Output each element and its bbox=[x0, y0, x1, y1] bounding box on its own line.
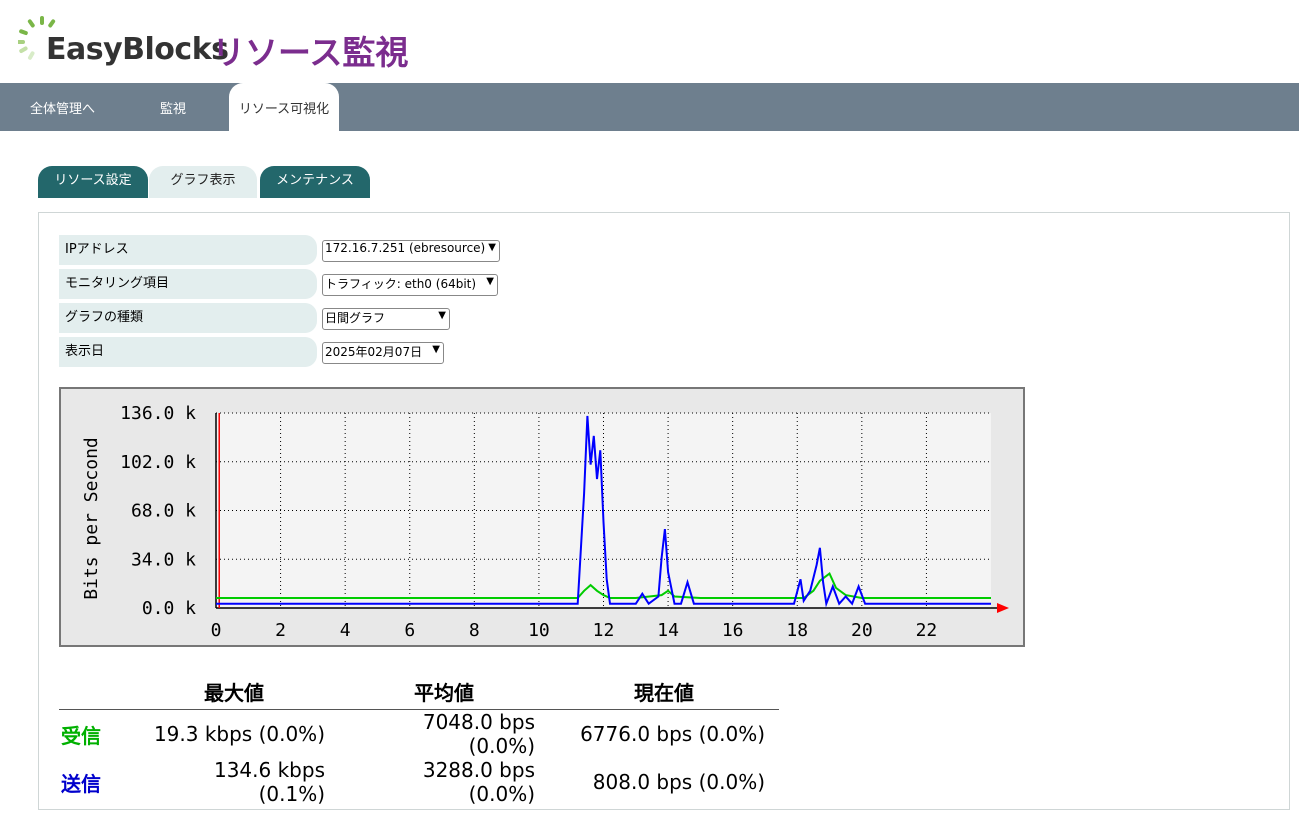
logo-text: EasyBlocks bbox=[46, 32, 229, 67]
x-axis-arrow bbox=[997, 603, 1009, 613]
top-navigation: 全体管理へ 監視 リソース可視化 bbox=[0, 83, 1299, 131]
tab-graph-display[interactable]: グラフ表示 bbox=[149, 166, 257, 198]
stats-header-current: 現在値 bbox=[549, 673, 779, 710]
monitoring-item-value: トラフィック: eth0 (64bit) bbox=[325, 277, 477, 291]
chevron-down-icon: ▼ bbox=[488, 242, 496, 253]
received-avg: 7048.0 bps (0.0%) bbox=[422, 710, 535, 758]
row-label-sent: 送信 bbox=[61, 771, 101, 796]
graph-type-value: 日間グラフ bbox=[325, 311, 386, 325]
table-row: 送信 134.6 kbps (0.1%) 3288.0 bps (0.0%) 8… bbox=[59, 758, 779, 806]
y-tick-label: 136.0 k bbox=[120, 403, 196, 424]
stats-header-max: 最大値 bbox=[129, 673, 339, 710]
tab-resource-settings[interactable]: リソース設定 bbox=[38, 166, 148, 198]
display-date-label: 表示日 bbox=[59, 337, 317, 367]
x-tick-label: 4 bbox=[340, 620, 351, 641]
x-tick-label: 2 bbox=[275, 620, 286, 641]
x-tick-label: 8 bbox=[469, 620, 480, 641]
x-tick-label: 0 bbox=[211, 620, 222, 641]
sent-current: 808.0 bps (0.0%) bbox=[592, 770, 765, 794]
display-date-value: 2025年02月07日 bbox=[325, 345, 423, 359]
display-date-select[interactable]: 2025年02月07日 ▼ bbox=[322, 342, 444, 364]
graph-type-label: グラフの種類 bbox=[59, 303, 317, 333]
x-tick-label: 14 bbox=[657, 620, 679, 641]
sent-avg: 3288.0 bps (0.0%) bbox=[422, 758, 535, 806]
chevron-down-icon: ▼ bbox=[486, 276, 494, 287]
x-tick-label: 20 bbox=[851, 620, 873, 641]
stats-header-blank bbox=[59, 673, 129, 710]
traffic-chart-svg: 0.0 k 34.0 k 68.0 k 102.0 k 136.0 k 0 2 4 6 8 10 12… bbox=[81, 403, 1009, 641]
x-tick-label: 16 bbox=[722, 620, 744, 641]
received-max: 19.3 kbps (0.0%) bbox=[153, 722, 325, 746]
x-tick-label: 22 bbox=[916, 620, 938, 641]
nav-item-global-admin[interactable]: 全体管理へ bbox=[30, 83, 95, 131]
y-tick-label: 68.0 k bbox=[131, 501, 196, 522]
tab-maintenance[interactable]: メンテナンス bbox=[260, 166, 370, 198]
ip-address-value: 172.16.7.251 (ebresource) bbox=[325, 241, 486, 255]
graph-type-select[interactable]: 日間グラフ ▼ bbox=[322, 308, 450, 330]
ip-address-label: IPアドレス bbox=[59, 235, 317, 265]
ip-address-select[interactable]: 172.16.7.251 (ebresource) ▼ bbox=[322, 240, 500, 262]
table-row: 受信 19.3 kbps (0.0%) 7048.0 bps (0.0%) 67… bbox=[59, 710, 779, 758]
received-current: 6776.0 bps (0.0%) bbox=[580, 722, 765, 746]
graph-panel: IPアドレス 172.16.7.251 (ebresource) ▼ モニタリン… bbox=[38, 212, 1290, 810]
stats-table: 最大値 平均値 現在値 受信 19.3 kbps (0.0%) 7048.0 b… bbox=[59, 673, 779, 806]
monitoring-item-label: モニタリング項目 bbox=[59, 269, 317, 299]
y-tick-label: 34.0 k bbox=[131, 549, 196, 570]
x-tick-label: 6 bbox=[404, 620, 415, 641]
sent-max: 134.6 kbps (0.1%) bbox=[213, 758, 325, 806]
page-title: リソース監視 bbox=[212, 33, 409, 72]
chevron-down-icon: ▼ bbox=[438, 310, 446, 321]
y-tick-label: 102.0 k bbox=[120, 452, 196, 473]
traffic-chart: 0.0 k 34.0 k 68.0 k 102.0 k 136.0 k 0 2 4 6 8 10 12… bbox=[59, 387, 1025, 647]
app-header: EasyBlocks リソース監視 bbox=[0, 0, 1299, 83]
stats-header-avg: 平均値 bbox=[339, 673, 549, 710]
monitoring-item-select[interactable]: トラフィック: eth0 (64bit) ▼ bbox=[322, 274, 498, 296]
chevron-down-icon: ▼ bbox=[432, 344, 440, 355]
x-tick-label: 12 bbox=[593, 620, 615, 641]
x-tick-label: 10 bbox=[528, 620, 550, 641]
nav-item-monitoring[interactable]: 監視 bbox=[160, 83, 186, 131]
y-tick-label: 0.0 k bbox=[142, 598, 196, 619]
x-tick-label: 18 bbox=[786, 620, 808, 641]
row-label-received: 受信 bbox=[61, 723, 101, 748]
nav-item-resource-visualization[interactable]: リソース可視化 bbox=[229, 83, 339, 131]
y-axis-label: Bits per Second bbox=[81, 437, 102, 600]
